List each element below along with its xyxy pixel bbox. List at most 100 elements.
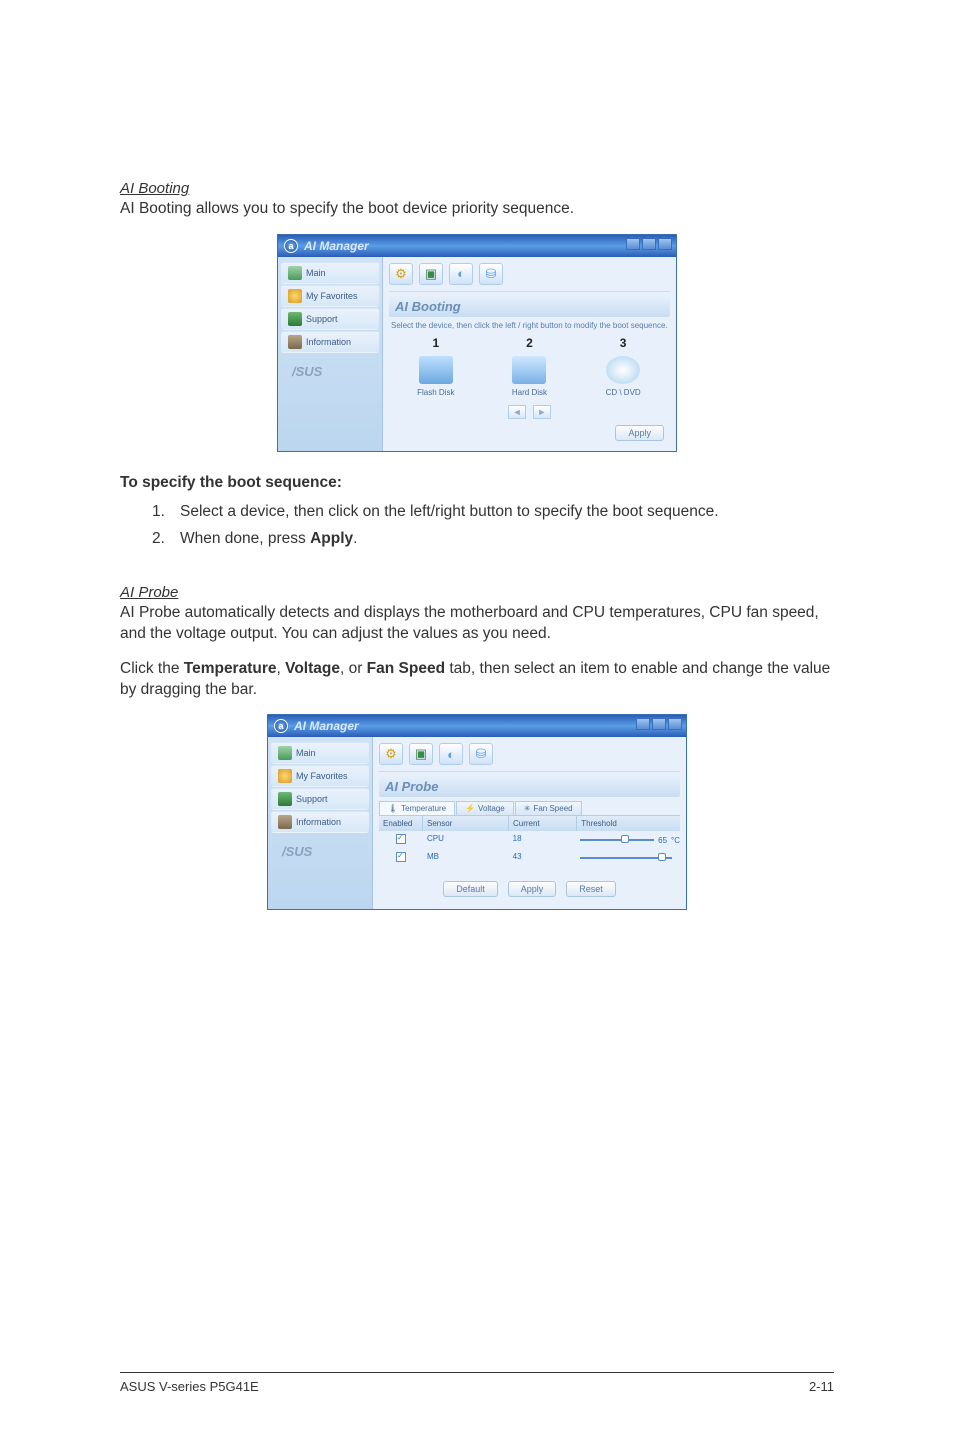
text: When done, press — [180, 530, 310, 547]
col-current: Current — [509, 816, 577, 831]
step-2: 2. When done, press Apply. — [152, 529, 834, 550]
ai-probe-desc2: Click the Temperature, Voltage, or Fan S… — [120, 659, 834, 701]
favorites-icon — [278, 769, 292, 783]
app-logo-icon: a — [284, 239, 298, 253]
sensor-name: MB — [423, 852, 509, 864]
default-button[interactable]: Default — [443, 881, 498, 897]
toolbar: ⚙ ▣ ◐ ⛁ — [389, 261, 670, 292]
toolbar-icon[interactable]: ⛁ — [469, 743, 493, 765]
apply-button[interactable]: Apply — [508, 881, 557, 897]
col-threshold: Threshold — [577, 816, 680, 831]
unit-label: °C — [671, 836, 680, 845]
sidebar-item-main[interactable]: Main — [271, 742, 369, 764]
threshold-value: 65 — [658, 836, 667, 845]
information-icon — [288, 335, 302, 349]
table-row: MB 43 — [379, 849, 680, 867]
information-icon — [278, 815, 292, 829]
step-1: 1. Select a device, then click on the le… — [152, 502, 834, 523]
sidebar-item-favorites[interactable]: My Favorites — [281, 285, 379, 307]
step-number: 1. — [152, 502, 180, 523]
enable-checkbox[interactable] — [396, 834, 406, 844]
boot-priority-number: 3 — [581, 336, 665, 350]
sidebar-item-label: My Favorites — [306, 291, 358, 301]
boot-device-2[interactable]: 2 Hard Disk — [487, 336, 571, 397]
fan-icon: ✳ — [524, 804, 531, 813]
support-icon — [278, 792, 292, 806]
col-enabled: Enabled — [379, 816, 423, 831]
toolbar: ⚙ ▣ ◐ ⛁ — [379, 741, 680, 772]
boot-priority-number: 2 — [487, 336, 571, 350]
window-titlebar: a AI Manager — [278, 235, 676, 257]
sidebar-item-main[interactable]: Main — [281, 262, 379, 284]
boot-device-1[interactable]: 1 Flash Disk — [394, 336, 478, 397]
toolbar-icon[interactable]: ⚙ — [379, 743, 403, 765]
asus-logo: /SUS — [278, 354, 382, 385]
col-sensor: Sensor — [423, 816, 509, 831]
move-right-button[interactable]: ► — [533, 405, 551, 419]
maximize-icon[interactable] — [652, 718, 666, 730]
tabs: 🌡Temperature ⚡Voltage ✳Fan Speed — [379, 801, 680, 816]
sidebar: Main My Favorites Support Information /S… — [278, 257, 383, 451]
page-footer: ASUS V-series P5G41E 2-11 — [120, 1372, 834, 1394]
window-titlebar: a AI Manager — [268, 715, 686, 737]
toolbar-icon[interactable]: ▣ — [409, 743, 433, 765]
text-bold: Apply — [310, 530, 353, 547]
text: Click the — [120, 660, 184, 677]
pane-heading: AI Probe — [379, 776, 680, 797]
window-controls[interactable] — [636, 718, 682, 730]
boot-device-3[interactable]: 3 CD \ DVD — [581, 336, 665, 397]
ai-probe-desc: AI Probe automatically detects and displ… — [120, 603, 834, 645]
tab-voltage[interactable]: ⚡Voltage — [456, 801, 514, 815]
threshold-slider[interactable] — [580, 857, 673, 859]
window-controls[interactable] — [626, 238, 672, 250]
enable-checkbox[interactable] — [396, 852, 406, 862]
ai-booting-heading: AI Booting — [120, 180, 834, 197]
main-icon — [288, 266, 302, 280]
boot-priority-number: 1 — [394, 336, 478, 350]
step-text: When done, press Apply. — [180, 529, 357, 550]
sidebar-item-favorites[interactable]: My Favorites — [271, 765, 369, 787]
footer-right: 2-11 — [809, 1379, 834, 1394]
tab-temperature[interactable]: 🌡Temperature — [379, 801, 455, 815]
sidebar-item-label: Support — [306, 314, 338, 324]
minimize-icon[interactable] — [626, 238, 640, 250]
minimize-icon[interactable] — [636, 718, 650, 730]
sidebar-item-label: Information — [296, 817, 341, 827]
sidebar-item-label: Main — [296, 748, 316, 758]
sidebar-item-support[interactable]: Support — [271, 788, 369, 810]
threshold-slider[interactable] — [580, 839, 655, 841]
toolbar-icon[interactable]: ◐ — [439, 743, 463, 765]
toolbar-icon[interactable]: ◐ — [449, 263, 473, 285]
favorites-icon — [288, 289, 302, 303]
boot-device-label: Hard Disk — [487, 388, 571, 397]
sensor-name: CPU — [423, 834, 509, 846]
tab-label: Temperature — [401, 804, 446, 813]
boot-device-label: Flash Disk — [394, 388, 478, 397]
toolbar-icon[interactable]: ▣ — [419, 263, 443, 285]
sidebar-item-label: Main — [306, 268, 326, 278]
sidebar-item-information[interactable]: Information — [271, 811, 369, 833]
table-row: CPU 18 65 °C — [379, 831, 680, 849]
button-row: Default Apply Reset — [379, 867, 680, 905]
move-left-button[interactable]: ◄ — [508, 405, 526, 419]
toolbar-icon[interactable]: ⛁ — [479, 263, 503, 285]
apply-button[interactable]: Apply — [615, 425, 664, 441]
text: . — [353, 530, 357, 547]
ai-probe-screenshot: a AI Manager Main My Favorites Support I… — [120, 714, 834, 910]
app-logo-icon: a — [274, 719, 288, 733]
instruction-text: Select the device, then click the left /… — [389, 317, 670, 332]
steps-heading: To specify the boot sequence: — [120, 474, 834, 492]
reset-button[interactable]: Reset — [566, 881, 616, 897]
boot-device-label: CD \ DVD — [581, 388, 665, 397]
maximize-icon[interactable] — [642, 238, 656, 250]
close-icon[interactable] — [658, 238, 672, 250]
tab-fan-speed[interactable]: ✳Fan Speed — [515, 801, 582, 815]
close-icon[interactable] — [668, 718, 682, 730]
toolbar-icon[interactable]: ⚙ — [389, 263, 413, 285]
pane-heading: AI Booting — [389, 296, 670, 317]
sidebar-item-information[interactable]: Information — [281, 331, 379, 353]
sidebar-item-support[interactable]: Support — [281, 308, 379, 330]
sidebar-item-label: Support — [296, 794, 328, 804]
text-bold: Temperature — [184, 660, 277, 677]
sidebar-item-label: My Favorites — [296, 771, 348, 781]
